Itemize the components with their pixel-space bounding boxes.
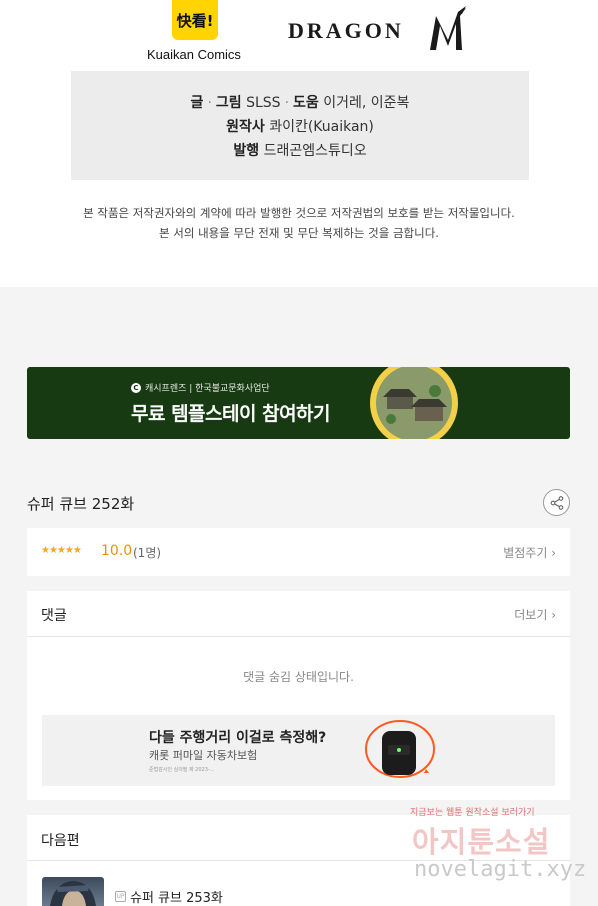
ad-carrot-insurance[interactable]: 다들 주행거리 이걸로 측정해? 캐롯 퍼마일 자동차보험 준법감시인 심의필 … (42, 715, 555, 786)
up-badge-icon: UP (115, 891, 126, 902)
comments-more-button[interactable]: 더보기 › (514, 606, 556, 623)
rating-score: 10.0 (101, 543, 133, 559)
credits-line-authors: 글 · 그림 SLSS · 도움 이거레, 이준복 (190, 94, 410, 111)
comment-label: 댓글 (41, 608, 67, 624)
banner-title: 무료 템플스테이 참여하기 (131, 403, 331, 425)
credits-line-original: 원작사 콰이칸(Kuaikan) (226, 118, 374, 135)
next-label: 다음편 (41, 833, 80, 849)
next-episode-title: UP 슈퍼 큐브 253화 (115, 891, 223, 906)
comment-hidden-message: 댓글 숨김 상태입니다. (243, 670, 354, 684)
rating-count: (1명) (133, 546, 162, 560)
top-section: 快看! Kuaikan Comics DRAGON 글 · 그림 SLSS · 도움 이… (0, 0, 598, 287)
share-icon (550, 495, 563, 510)
ad-title: 다들 주행거리 이걸로 측정해? (149, 730, 327, 746)
comment-header: 댓글 더보기 › (27, 591, 570, 637)
watermark: 지금보는 웹툰 원작소설 보러가기 아지툰소설 novelagit.xyz (410, 808, 587, 882)
rate-button[interactable]: 별점주기 › (503, 544, 556, 561)
ad-banner-templestay[interactable]: C 캐시프렌즈 | 한국불교문화사업단 무료 템플스테이 참여하기 (27, 367, 570, 439)
rating-card: ★★★★★ 10.0 (1명) 별점주기 › (27, 528, 570, 576)
next-episode-thumbnail (42, 877, 104, 906)
copyright-notice: 본 작품은 저작권자와의 계약에 따라 발행한 것으로 저작권법의 보호를 받는… (83, 206, 515, 240)
ad-subtitle: 캐롯 퍼마일 자동차보험 (149, 749, 258, 762)
share-button[interactable] (543, 489, 570, 516)
credits-box: 글 · 그림 SLSS · 도움 이거레, 이준복 원작사 콰이칸(Kuaikan) 발… (71, 71, 529, 180)
dragon-m-logo-icon (430, 6, 466, 50)
episode-title: 슈퍼 큐브 252화 (27, 495, 135, 513)
cashfriends-icon: C (131, 382, 141, 393)
kuaikan-logo-text: Kuaikan Comics (147, 47, 241, 62)
odometer-device-icon (365, 720, 435, 778)
character-thumbnail-icon (50, 881, 96, 906)
comment-card: 댓글 더보기 › 댓글 숨김 상태입니다. 다들 주행거리 이걸로 측정해? 캐… (27, 591, 570, 800)
rating-stars: ★★★★★ (41, 545, 82, 556)
kuaikan-logo: 快看! (172, 0, 218, 40)
ad-fine-print: 준법감시인 심의필 제 2023-... (149, 767, 215, 773)
temple-illustration-icon (370, 367, 458, 439)
banner-sponsor: C 캐시프렌즈 | 한국불교문화사업단 (131, 381, 270, 394)
credits-line-publisher: 발행 드래곤엠스튜디오 (233, 142, 367, 159)
dragon-logo-text: DRAGON (288, 18, 404, 43)
